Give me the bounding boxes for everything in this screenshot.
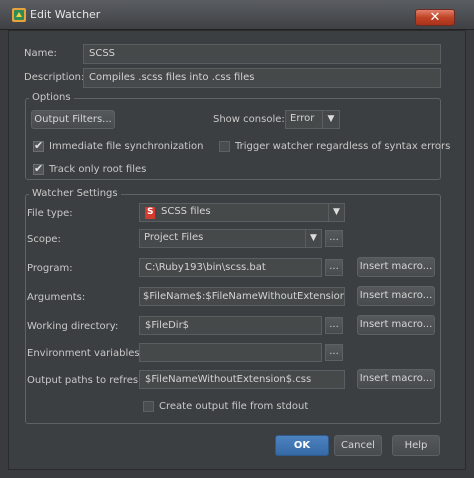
create-output-label: Create output file from stdout xyxy=(159,401,309,412)
trigger-regardless-checkbox[interactable] xyxy=(219,141,230,152)
track-root-checkbox[interactable] xyxy=(33,162,44,175)
ok-button[interactable]: OK xyxy=(275,435,329,456)
working-dir-input[interactable]: $FileDir$ xyxy=(139,316,322,335)
close-button[interactable]: ✕ xyxy=(415,9,455,26)
scss-file-icon: S xyxy=(145,207,155,219)
working-dir-browse-button[interactable]: ... xyxy=(325,317,343,334)
watcher-app-icon xyxy=(12,8,26,22)
show-console-label: Show console: xyxy=(213,114,285,125)
scope-select[interactable]: Project Files ▼ xyxy=(139,229,322,248)
name-input[interactable]: SCSS xyxy=(83,44,441,64)
window-title: Edit Watcher xyxy=(30,8,101,21)
scope-browse-button[interactable]: ... xyxy=(325,230,343,247)
help-button[interactable]: Help xyxy=(392,435,440,456)
program-input[interactable]: C:\Ruby193\bin\scss.bat xyxy=(139,258,322,277)
file-type-label: File type: xyxy=(27,208,73,219)
env-vars-label: Environment variables: xyxy=(27,348,143,359)
output-paths-input[interactable]: $FileNameWithoutExtension$.css xyxy=(139,370,345,389)
scope-label: Scope: xyxy=(27,234,61,245)
working-dir-insert-macro-button[interactable]: Insert macro... xyxy=(357,315,435,335)
name-label: Name: xyxy=(24,48,57,59)
file-type-value: SCSS files xyxy=(161,206,211,217)
create-output-checkbox[interactable] xyxy=(143,401,154,412)
arguments-label: Arguments: xyxy=(27,292,86,303)
scope-value: Project Files xyxy=(144,232,204,243)
show-console-select[interactable]: Error ▼ xyxy=(285,110,340,129)
description-label: Description: xyxy=(24,72,85,83)
trigger-regardless-label: Trigger watcher regardless of syntax err… xyxy=(235,141,451,152)
cancel-button[interactable]: Cancel xyxy=(334,435,382,456)
env-vars-input[interactable] xyxy=(139,343,322,362)
show-console-value: Error xyxy=(290,113,315,124)
chevron-down-icon: ▼ xyxy=(328,204,344,221)
options-group-title: Options xyxy=(29,92,74,103)
working-dir-label: Working directory: xyxy=(27,321,119,332)
arguments-input[interactable]: $FileName$:$FileNameWithoutExtension$.cs… xyxy=(139,287,345,306)
output-paths-label: Output paths to refresh: xyxy=(27,375,148,386)
file-type-select[interactable]: S SCSS files ▼ xyxy=(139,203,345,222)
immediate-sync-checkbox[interactable] xyxy=(33,139,44,152)
track-root-label: Track only root files xyxy=(49,164,147,175)
program-browse-button[interactable]: ... xyxy=(325,259,343,276)
output-filters-button[interactable]: Output Filters... xyxy=(31,110,115,129)
program-insert-macro-button[interactable]: Insert macro... xyxy=(357,257,435,277)
description-input[interactable]: Compiles .scss files into .css files xyxy=(83,68,441,88)
arguments-insert-macro-button[interactable]: Insert macro... xyxy=(357,286,435,306)
program-label: Program: xyxy=(27,263,73,274)
chevron-down-icon: ▼ xyxy=(322,111,339,128)
chevron-down-icon: ▼ xyxy=(305,230,321,247)
env-vars-browse-button[interactable]: ... xyxy=(325,344,343,361)
output-paths-insert-macro-button[interactable]: Insert macro... xyxy=(357,369,435,389)
watcher-settings-group-title: Watcher Settings xyxy=(29,188,121,199)
immediate-sync-label: Immediate file synchronization xyxy=(49,141,204,152)
